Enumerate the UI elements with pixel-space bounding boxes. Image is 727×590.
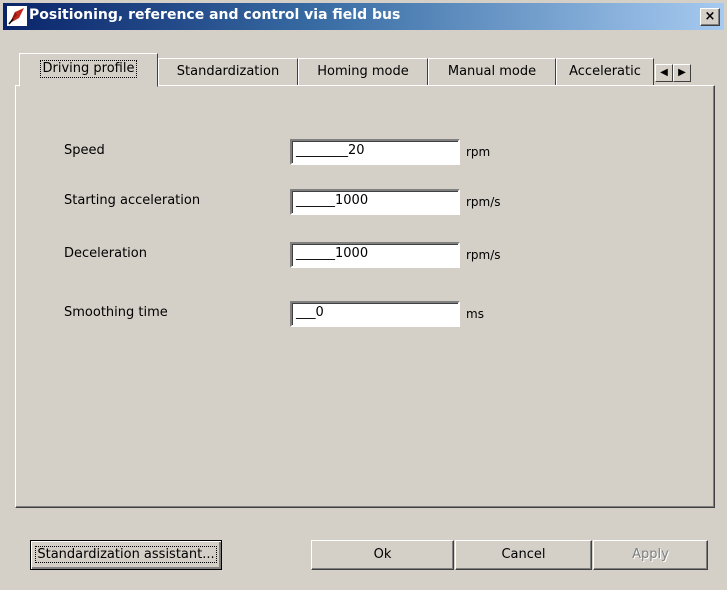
title-bar[interactable]: Positioning, reference and control via f… [3, 3, 724, 30]
starting-acceleration-unit: rpm/s [466, 195, 501, 209]
deceleration-unit: rpm/s [466, 248, 501, 262]
tab-driving-profile[interactable]: Driving profile [19, 53, 158, 87]
tab-scroll-right-icon[interactable]: ▶ [673, 64, 691, 82]
tab-acceleration[interactable]: Acceleratic [556, 58, 654, 86]
smoothing-time-label: Smoothing time [64, 305, 168, 320]
speed-input[interactable]: ________20 [290, 139, 460, 165]
speed-unit: rpm [466, 145, 491, 159]
cancel-button[interactable]: Cancel [455, 540, 592, 570]
standardization-assistant-button[interactable]: Standardization assistant... [30, 540, 222, 570]
tab-scroll-left-icon[interactable]: ◀ [655, 64, 673, 82]
tab-homing-mode[interactable]: Homing mode [298, 58, 428, 86]
tab-standardization[interactable]: Standardization [158, 58, 298, 86]
dialog-window: Positioning, reference and control via f… [0, 0, 727, 590]
smoothing-time-unit: ms [466, 307, 484, 321]
app-icon [7, 6, 27, 26]
deceleration-input[interactable]: ______1000 [290, 242, 460, 268]
close-button[interactable]: × [700, 8, 720, 26]
window-title: Positioning, reference and control via f… [29, 7, 401, 23]
smoothing-time-input[interactable]: ___0 [290, 301, 460, 327]
deceleration-label: Deceleration [64, 246, 147, 261]
starting-acceleration-label: Starting acceleration [64, 193, 201, 208]
speed-label: Speed [64, 143, 105, 158]
tab-manual-mode[interactable]: Manual mode [428, 58, 556, 86]
apply-button[interactable]: Apply [593, 540, 708, 570]
ok-button[interactable]: Ok [311, 540, 454, 570]
starting-acceleration-input[interactable]: ______1000 [290, 189, 460, 215]
